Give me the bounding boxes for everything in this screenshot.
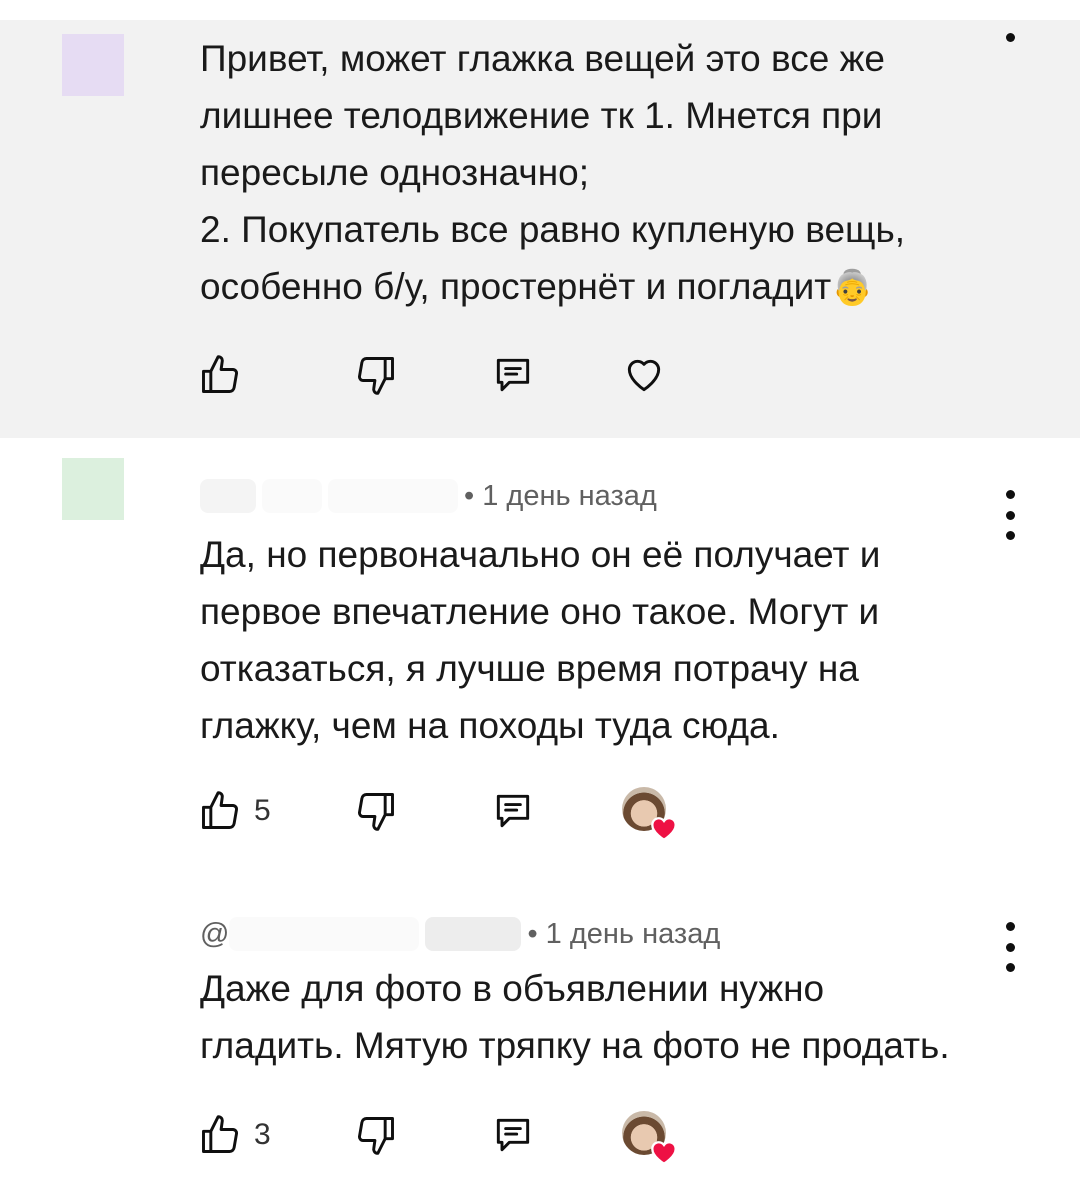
thumbs-down-icon [358,793,394,831]
reply-icon [496,358,530,392]
comment-meta: • 1 день назад [200,476,657,516]
thumbs-up-icon [202,355,238,393]
comment-text: Да, но первоначально он её получает и пе… [200,534,881,746]
comment-actions: 5 [198,786,718,841]
comment-highlighted: Привет, может глажка вещей это все же ли… [0,20,1080,438]
redacted-author [262,479,322,513]
thumbs-up-icon [202,791,238,829]
grandma-emoji-icon: 👵 [831,269,874,307]
dislike-button[interactable] [354,350,398,400]
reply-button[interactable] [490,786,536,836]
comment-time: • 1 день назад [527,917,721,950]
heart-button[interactable] [622,350,666,400]
reply-icon [496,1118,530,1152]
redacted-author [200,479,256,513]
avatar[interactable] [62,34,124,96]
comment-meta: @ • 1 день назад [200,914,720,954]
like-button[interactable] [198,350,242,400]
thumbs-down-icon [358,1117,394,1155]
like-button[interactable]: 5 [198,786,271,836]
comment: • 1 день назад Да, но первоначально он е… [0,440,1080,860]
comment-time: • 1 день назад [464,479,657,512]
creator-hearted-avatar [622,787,677,841]
redacted-author [229,917,420,951]
comment-actions [198,350,718,400]
redacted-author [328,479,458,513]
reply-button[interactable] [490,350,536,400]
heart-icon [651,1141,677,1165]
creator-heart-button[interactable] [622,1110,677,1165]
heart-icon [651,817,677,841]
heart-outline-icon [627,359,661,392]
creator-hearted-avatar [622,1111,677,1165]
thumbs-up-icon [202,1115,238,1153]
dislike-button[interactable] [354,786,398,836]
reply-icon [496,794,530,828]
reply-button[interactable] [490,1110,536,1160]
comment-text: Даже для фото в объявлении нужно гладить… [200,968,950,1066]
like-count: 3 [254,1118,271,1151]
comment: @ • 1 день назад Даже для фото в объявле… [0,880,1080,1198]
comment-text: Привет, может глажка вещей это все же ли… [200,38,906,307]
comments-page: Привет, может глажка вещей это все же ли… [0,0,1080,1198]
like-button[interactable]: 3 [198,1110,271,1160]
redacted-author [425,917,522,951]
thumbs-down-icon [358,357,394,395]
like-count: 5 [254,794,271,827]
comment-mention[interactable]: @ [200,918,229,951]
creator-heart-button[interactable] [622,786,677,841]
dislike-button[interactable] [354,1110,398,1160]
avatar[interactable] [62,458,124,520]
comment-actions: 3 [198,1110,718,1165]
